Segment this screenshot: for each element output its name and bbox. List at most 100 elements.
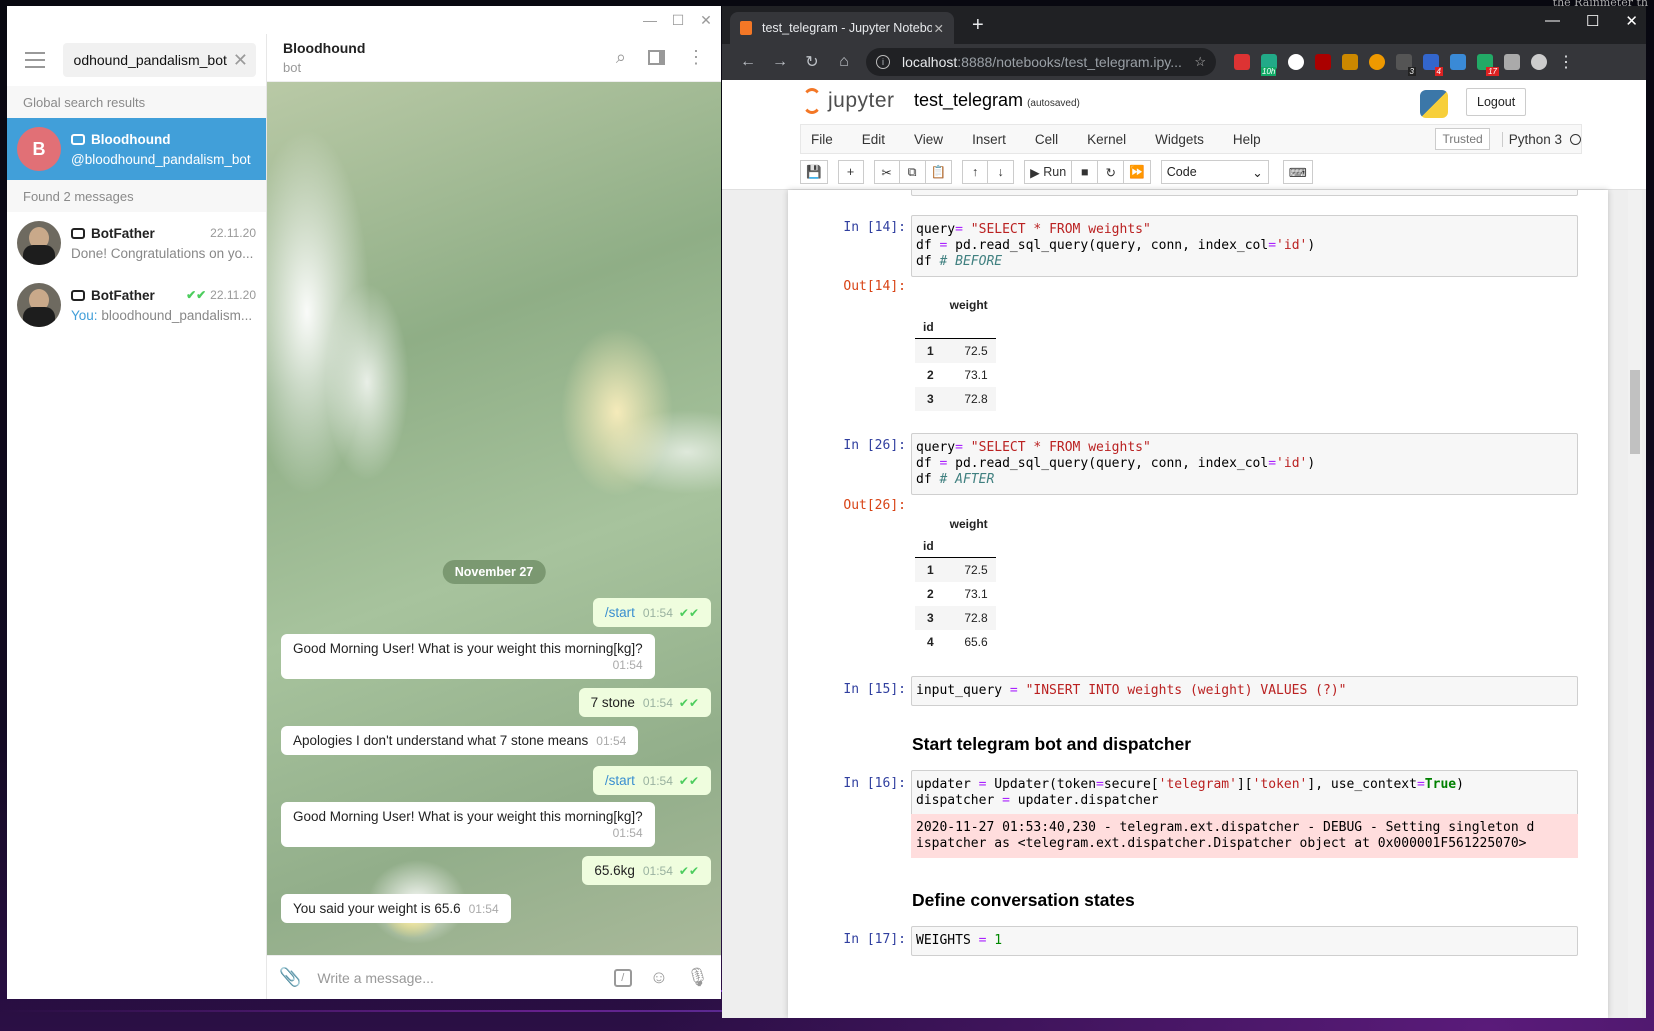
search-icon[interactable]: ⌕ (616, 47, 626, 68)
extension-icon[interactable]: 10h (1261, 54, 1277, 76)
cut-icon[interactable]: ✂ (873, 160, 900, 184)
menu-help[interactable]: Help (1233, 132, 1261, 147)
paste-icon[interactable]: 📋 (925, 160, 953, 184)
code-cell[interactable]: input_query = "INSERT INTO weights (weig… (911, 676, 1578, 706)
restart-run-all-icon[interactable]: ⏩ (1124, 160, 1151, 184)
extension-icon[interactable]: 3 (1396, 54, 1416, 76)
menu-view[interactable]: View (914, 132, 943, 147)
chat-title[interactable]: Bloodhound (283, 40, 365, 56)
emoji-icon[interactable]: ☺ (650, 967, 668, 988)
page-scrollbar[interactable] (1628, 190, 1642, 1018)
close-tab-icon[interactable]: ✕ (934, 21, 944, 36)
close-icon[interactable]: ✕ (695, 10, 717, 30)
message-input[interactable]: Write a message... (317, 970, 595, 986)
minimize-icon[interactable]: — (1545, 12, 1560, 30)
reload-icon[interactable]: ↻ (796, 52, 828, 72)
home-icon[interactable]: ⌂ (828, 53, 860, 71)
telegram-window: — ☐ ✕ bloodhound_pandalism_bot ✕ Global … (7, 6, 721, 999)
bot-command-icon[interactable]: / (613, 968, 632, 987)
chrome-menu-icon[interactable]: ⋮ (1558, 52, 1574, 72)
extension-icon[interactable] (1315, 54, 1331, 70)
site-info-icon[interactable]: i (876, 55, 890, 69)
move-down-icon[interactable]: ↓ (988, 160, 1015, 184)
address-bar[interactable]: i localhost:8888/notebooks/test_telegram… (866, 48, 1216, 76)
code-cell[interactable]: query= "SELECT * FROM weights" df = pd.r… (911, 433, 1578, 495)
tab-jupyter[interactable]: test_telegram - Jupyter Notebook ✕ (730, 12, 954, 44)
move-up-icon[interactable]: ↑ (962, 160, 989, 184)
found-message-item[interactable]: BotFather ✔✔ 22.11.20 You: bloodhound_pand… (7, 274, 266, 336)
interrupt-icon[interactable]: ■ (1072, 160, 1099, 184)
menu-widgets[interactable]: Widgets (1155, 132, 1204, 147)
extension-icon[interactable] (1234, 54, 1250, 70)
extension-icon[interactable] (1342, 54, 1358, 70)
menu-icon[interactable] (17, 52, 55, 68)
avatar (17, 283, 61, 327)
extension-icon[interactable]: 4 (1423, 54, 1443, 76)
attach-icon[interactable]: 📎 (279, 967, 301, 988)
bookmark-star-icon[interactable]: ☆ (1194, 54, 1206, 70)
maximize-icon[interactable]: ☐ (667, 10, 689, 30)
message-time: 01:54 (612, 658, 643, 672)
close-icon[interactable]: ✕ (1625, 12, 1638, 30)
message-text[interactable]: /start (605, 605, 635, 620)
microphone-icon[interactable]: 🎙 (686, 967, 709, 988)
code-cell[interactable]: updater = Updater(token=secure['telegram… (911, 770, 1578, 816)
url-host: localhost (902, 54, 958, 70)
run-button[interactable]: ▶ Run (1024, 160, 1073, 184)
jupyter-logo[interactable]: jupyter (802, 88, 895, 114)
more-options-icon[interactable]: ⋮ (687, 47, 705, 68)
extension-icon[interactable]: 17 (1477, 54, 1499, 76)
puzzle-extensions-icon[interactable] (1504, 54, 1520, 70)
notebook-name[interactable]: test_telegram (914, 90, 1023, 110)
message-bubble-out: /start 01:54 ✔✔ (592, 766, 711, 795)
read-check-icon: ✔✔ (186, 288, 207, 302)
restart-icon[interactable]: ↻ (1098, 160, 1125, 184)
scrollbar-thumb[interactable] (1630, 370, 1640, 454)
message-bubble-out: /start 01:54 ✔✔ (592, 598, 711, 627)
extension-icon[interactable] (1450, 54, 1466, 70)
menu-insert[interactable]: Insert (972, 132, 1006, 147)
row-index: 2 (926, 587, 934, 601)
back-icon[interactable]: ← (732, 53, 764, 71)
index-header: id (915, 316, 942, 339)
menu-kernel[interactable]: Kernel (1087, 132, 1126, 147)
read-check-icon: ✔✔ (678, 774, 699, 788)
maximize-icon[interactable]: ☐ (1586, 12, 1599, 30)
read-check-icon: ✔✔ (678, 606, 699, 620)
code-cell-partial[interactable] (911, 190, 1578, 196)
message-text: Good Morning User! What is your weight t… (293, 641, 643, 656)
extension-icon[interactable] (1288, 54, 1304, 70)
logout-button[interactable]: Logout (1466, 88, 1527, 116)
code-cell[interactable]: WEIGHTS = 1 (911, 926, 1578, 956)
command-palette-icon[interactable]: ⌨ (1282, 160, 1313, 184)
clear-search-icon[interactable]: ✕ (233, 50, 248, 71)
menu-edit[interactable]: Edit (862, 132, 885, 147)
forward-icon[interactable]: → (764, 53, 796, 71)
found-message-item[interactable]: BotFather 22.11.20 Done! Congratulations … (7, 212, 266, 274)
extension-icon[interactable] (1369, 54, 1385, 70)
avatar: B (17, 127, 61, 171)
menu-cell[interactable]: Cell (1035, 132, 1058, 147)
search-query: bloodhound_pandalism_bot (73, 52, 227, 68)
menu-file[interactable]: File (811, 132, 833, 147)
message-bubble-in: Apologies I don't understand what 7 ston… (281, 726, 639, 755)
insert-cell-icon[interactable]: + (837, 160, 864, 184)
code-cell[interactable]: query= "SELECT * FROM weights" df = pd.r… (911, 215, 1578, 277)
sidebar-toggle-icon[interactable] (648, 50, 665, 65)
column-header: weight (949, 517, 988, 531)
search-input[interactable]: bloodhound_pandalism_bot ✕ (63, 43, 256, 77)
trusted-badge[interactable]: Trusted (1435, 128, 1490, 150)
message-time: 01:54 (642, 774, 673, 788)
copy-icon[interactable]: ⧉ (899, 160, 926, 184)
jupyter-page: jupyter test_telegram (autosaved) Logout … (722, 80, 1646, 1018)
input-prompt: In [16]: (843, 776, 906, 791)
save-icon[interactable]: 💾 (800, 160, 828, 184)
new-tab-icon[interactable]: + (972, 14, 984, 37)
minimize-icon[interactable]: — (639, 10, 661, 30)
profile-avatar[interactable] (1531, 54, 1547, 70)
jupyter-favicon-icon (740, 21, 752, 35)
message-text[interactable]: /start (605, 773, 635, 788)
search-result-bloodhound[interactable]: B Bloodhound @bloodhound_pandalism_bot (7, 118, 266, 180)
row-value: 65.6 (964, 635, 988, 649)
cell-type-select[interactable]: Code ⌄ (1160, 160, 1269, 184)
